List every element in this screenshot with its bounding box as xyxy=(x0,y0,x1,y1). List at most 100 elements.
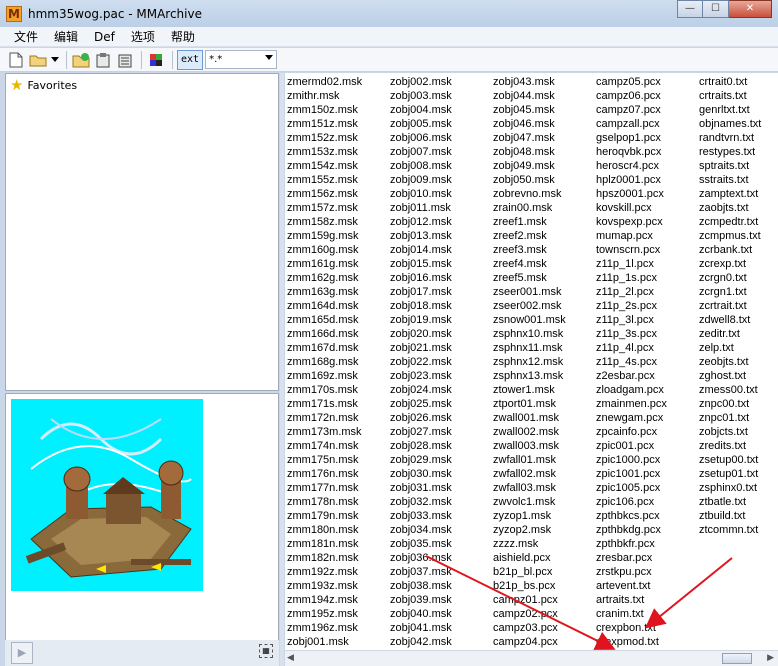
file-list-item[interactable]: zobj006.msk xyxy=(390,131,452,145)
extract-all-icon[interactable] xyxy=(115,50,135,70)
file-list-item[interactable]: zrain00.msk xyxy=(493,201,566,215)
file-list-item[interactable]: zmm160g.msk xyxy=(287,243,362,257)
file-list-item[interactable]: z11p_3l.pcx xyxy=(596,313,667,327)
file-list-item[interactable]: zsphinx0.txt xyxy=(699,481,761,495)
file-list-item[interactable]: zsphnx13.msk xyxy=(493,369,566,383)
file-list-item[interactable]: zobj049.msk xyxy=(493,159,566,173)
file-list-item[interactable]: hpsz0001.pcx xyxy=(596,187,667,201)
file-list-item[interactable]: zobj027.msk xyxy=(390,425,452,439)
panel-splitter[interactable] xyxy=(280,73,284,666)
file-list-item[interactable]: zobj029.msk xyxy=(390,453,452,467)
file-list-item[interactable]: zmm154z.msk xyxy=(287,159,362,173)
file-list-item[interactable]: zmm157z.msk xyxy=(287,201,362,215)
file-list-item[interactable]: zmm163g.msk xyxy=(287,285,362,299)
scroll-left-icon[interactable]: ◀ xyxy=(287,653,294,663)
menu-def[interactable]: Def xyxy=(86,27,123,47)
file-list-item[interactable]: zmm152z.msk xyxy=(287,131,362,145)
file-list-item[interactable]: zmm196z.msk xyxy=(287,621,362,635)
file-list-item[interactable]: campz06.pcx xyxy=(596,89,667,103)
file-list-item[interactable]: b21p_bl.pcx xyxy=(493,565,566,579)
file-list-item[interactable]: zwall003.msk xyxy=(493,439,566,453)
file-list-item[interactable]: zmm175n.msk xyxy=(287,453,362,467)
file-list-item[interactable]: zrstkpu.pcx xyxy=(596,565,667,579)
file-list-item[interactable]: crtrait0.txt xyxy=(699,75,761,89)
play-button[interactable]: ▶ xyxy=(11,642,33,664)
file-list-item[interactable]: zmm159g.msk xyxy=(287,229,362,243)
file-list-item[interactable]: heroscr4.pcx xyxy=(596,159,667,173)
file-list-item[interactable]: zobj038.msk xyxy=(390,579,452,593)
menu-edit[interactable]: 编辑 xyxy=(46,27,86,47)
file-list-item[interactable]: zpthbkcs.pcx xyxy=(596,509,667,523)
file-list-item[interactable]: zobj043.msk xyxy=(493,75,566,89)
file-list-item[interactable]: zresbar.pcx xyxy=(596,551,667,565)
file-list-item[interactable]: zreef5.msk xyxy=(493,271,566,285)
file-list-item[interactable]: zobrevno.msk xyxy=(493,187,566,201)
file-list-item[interactable]: zdwell8.txt xyxy=(699,313,761,327)
maximize-button[interactable]: ☐ xyxy=(703,0,729,18)
file-list-item[interactable]: zobj001.msk xyxy=(287,635,362,649)
add-files-icon[interactable] xyxy=(71,50,91,70)
file-list-item[interactable]: zmm171s.msk xyxy=(287,397,362,411)
file-list-item[interactable]: zobj012.msk xyxy=(390,215,452,229)
file-list-item[interactable]: zmm195z.msk xyxy=(287,607,362,621)
file-list-item[interactable]: zcrgn1.txt xyxy=(699,285,761,299)
file-list-item[interactable]: zobj013.msk xyxy=(390,229,452,243)
file-list-item[interactable]: zobj016.msk xyxy=(390,271,452,285)
file-list-item[interactable]: zpthbkdg.pcx xyxy=(596,523,667,537)
scroll-right-icon[interactable]: ▶ xyxy=(767,653,774,663)
scroll-thumb[interactable] xyxy=(722,653,752,664)
file-list-item[interactable]: zmm164d.msk xyxy=(287,299,362,313)
file-list-item[interactable]: zelp.txt xyxy=(699,341,761,355)
chevron-down-icon[interactable] xyxy=(50,50,60,70)
file-list-item[interactable]: zmm179n.msk xyxy=(287,509,362,523)
file-list-item[interactable]: heroqvbk.pcx xyxy=(596,145,667,159)
file-list-item[interactable]: zobj030.msk xyxy=(390,467,452,481)
file-list-item[interactable]: ztower1.msk xyxy=(493,383,566,397)
file-list-item[interactable]: zreef1.msk xyxy=(493,215,566,229)
file-list-item[interactable]: zsphnx11.msk xyxy=(493,341,566,355)
file-list-item[interactable]: zwall001.msk xyxy=(493,411,566,425)
file-list-item[interactable]: zobj048.msk xyxy=(493,145,566,159)
file-list-item[interactable]: ztbuild.txt xyxy=(699,509,761,523)
file-list-item[interactable]: zmm166d.msk xyxy=(287,327,362,341)
file-list-item[interactable]: zobj015.msk xyxy=(390,257,452,271)
file-list-item[interactable]: crexpbon.txt xyxy=(596,621,667,635)
file-list-item[interactable]: zobj022.msk xyxy=(390,355,452,369)
file-list-item[interactable]: zobj024.msk xyxy=(390,383,452,397)
file-list-item[interactable]: zreef4.msk xyxy=(493,257,566,271)
menu-options[interactable]: 选项 xyxy=(123,27,163,47)
file-list-item[interactable]: zmm174n.msk xyxy=(287,439,362,453)
file-list-item[interactable]: zwall002.msk xyxy=(493,425,566,439)
file-list-item[interactable]: crexpmod.txt xyxy=(596,635,667,649)
file-list-item[interactable]: aishield.pcx xyxy=(493,551,566,565)
ext-toggle-button[interactable]: ext xyxy=(177,49,204,70)
file-list-item[interactable]: zseer001.msk xyxy=(493,285,566,299)
extract-icon[interactable] xyxy=(93,50,113,70)
file-list-item[interactable]: zobj041.msk xyxy=(390,621,452,635)
fit-view-icon[interactable]: ▦ xyxy=(259,644,273,658)
file-list-item[interactable]: zmm168g.msk xyxy=(287,355,362,369)
file-list-item[interactable]: zobj009.msk xyxy=(390,173,452,187)
file-list-item[interactable]: genrltxt.txt xyxy=(699,103,761,117)
file-list-item[interactable]: zpic1000.pcx xyxy=(596,453,667,467)
horizontal-scrollbar[interactable]: ◀ ▶ xyxy=(285,650,778,666)
file-list-item[interactable]: zsphnx12.msk xyxy=(493,355,566,369)
file-list-item[interactable]: zobj017.msk xyxy=(390,285,452,299)
filter-select[interactable]: *.* xyxy=(205,50,278,69)
file-list-item[interactable]: zobj036.msk xyxy=(390,551,452,565)
file-list-item[interactable]: zobj003.msk xyxy=(390,89,452,103)
file-list-item[interactable]: zmm182n.msk xyxy=(287,551,362,565)
file-list-item[interactable]: campz07.pcx xyxy=(596,103,667,117)
file-list-item[interactable]: zmermd02.msk xyxy=(287,75,362,89)
file-list-item[interactable]: zobj019.msk xyxy=(390,313,452,327)
file-list-item[interactable]: znpc00.txt xyxy=(699,397,761,411)
file-list-item[interactable]: zmm156z.msk xyxy=(287,187,362,201)
file-list-item[interactable]: zobj008.msk xyxy=(390,159,452,173)
file-list-item[interactable]: zobj025.msk xyxy=(390,397,452,411)
file-list-item[interactable]: zpic1005.pcx xyxy=(596,481,667,495)
file-list-item[interactable]: zmm178n.msk xyxy=(287,495,362,509)
file-list-item[interactable]: z11p_2l.pcx xyxy=(596,285,667,299)
file-list-item[interactable]: zmm167d.msk xyxy=(287,341,362,355)
file-list-item[interactable]: zghost.txt xyxy=(699,369,761,383)
file-list-item[interactable]: cranim.txt xyxy=(596,607,667,621)
